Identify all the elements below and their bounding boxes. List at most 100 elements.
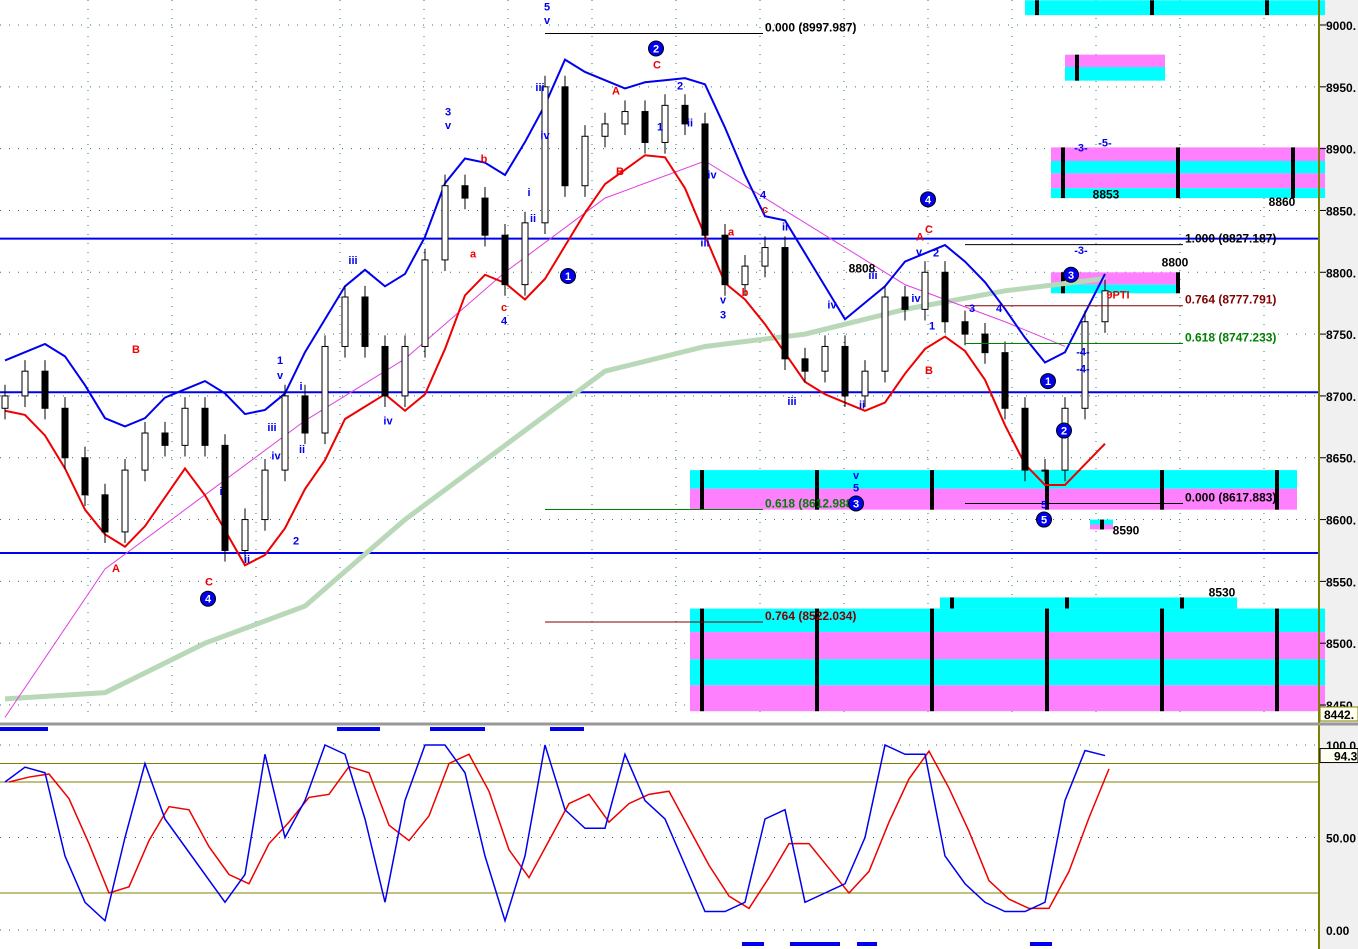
zone-tick: [1150, 0, 1154, 16]
stoch-tick-label: 0.00: [1326, 924, 1350, 938]
candle-body: [761, 247, 769, 267]
candle-body: [1041, 469, 1049, 472]
wave-label: v: [916, 246, 923, 258]
wave-label: iii: [868, 270, 877, 282]
wave-label: i: [219, 486, 222, 498]
candle-body: [161, 432, 169, 446]
candle-body: [501, 234, 509, 286]
wave-label: 3: [969, 303, 975, 315]
fib-level-label: 0.764 (8777.791): [1185, 293, 1276, 307]
zone-tick: [1100, 519, 1104, 530]
wave-label: 8860: [1269, 195, 1296, 209]
zone-tick: [1045, 608, 1049, 712]
wave-label: 1: [657, 121, 663, 133]
candle-body: [401, 345, 409, 397]
wave-label: c: [762, 204, 768, 216]
wave-label: A: [612, 86, 620, 98]
zone-tick: [930, 608, 934, 712]
candle-body: [881, 296, 889, 372]
trading-chart[interactable]: 0.000 (8997.987) 1.000 (8827.187) 0.764 (8…: [0, 0, 1358, 949]
wave-label: iv: [540, 130, 550, 142]
candle-body: [961, 321, 969, 335]
wave-label: -3-: [1074, 245, 1088, 257]
wave-label: 3: [853, 498, 859, 510]
zone-band: [1065, 54, 1165, 68]
zone-tick: [1176, 272, 1180, 294]
wave-label: 3: [720, 309, 726, 321]
zone-tick: [1291, 147, 1295, 199]
candle-body: [41, 370, 49, 409]
candle-body: [181, 407, 189, 446]
candle-body: [361, 296, 369, 347]
candle-body: [801, 358, 809, 372]
candle-body: [921, 271, 929, 310]
zone-tick: [1075, 54, 1079, 81]
wave-label: a: [470, 249, 477, 261]
fibonacci-labels: 0.000 (8997.987) 1.000 (8827.187) 0.764 (8…: [545, 20, 1276, 623]
candle-body: [1021, 407, 1029, 471]
wave-label: A: [112, 563, 120, 575]
zone-tick: [950, 597, 954, 609]
wave-label: iv: [271, 450, 281, 462]
price-tick-label: 8600.: [1326, 514, 1356, 528]
wave-label: 9PTI: [1106, 290, 1129, 302]
wave-label: ii: [530, 213, 536, 225]
wave-label: ii: [782, 222, 788, 234]
candle-body: [1061, 407, 1069, 471]
wave-label: iii: [535, 82, 544, 94]
zone-band: [1025, 0, 1325, 16]
wave-label: i: [299, 381, 302, 393]
wave-label: 4: [501, 315, 508, 327]
wave-label: v: [544, 15, 551, 27]
wave-label: 2: [653, 43, 659, 55]
zone-tick: [815, 608, 819, 712]
zone-tick: [1061, 147, 1065, 199]
wave-label: 8530: [1209, 586, 1236, 600]
wave-label: c: [501, 302, 507, 314]
candle-body: [861, 370, 869, 397]
wave-label: A: [916, 231, 924, 243]
candle-body: [381, 345, 389, 397]
candle-body: [341, 296, 349, 347]
candle-body: [841, 345, 849, 397]
zone-band: [690, 470, 1297, 489]
candle-body: [901, 296, 909, 310]
candle-body: [941, 271, 949, 323]
price-tick-label: 8950.: [1326, 81, 1356, 95]
wave-label: iii: [700, 238, 709, 250]
stoch-tick-label: 50.00: [1326, 832, 1356, 846]
zone-tick: [930, 470, 934, 510]
price-tick-label: 8700.: [1326, 390, 1356, 404]
zone-band: [1051, 173, 1325, 189]
wave-label: v: [445, 120, 452, 132]
zone-band: [690, 685, 1325, 712]
wave-label: 4: [996, 303, 1003, 315]
wave-label: v: [720, 294, 727, 306]
zone-tick: [1265, 0, 1269, 16]
candle-body: [821, 345, 829, 372]
price-tick-label: 8650.: [1326, 452, 1356, 466]
candle-body: [421, 259, 429, 347]
candle-body: [321, 345, 329, 434]
wave-label: C: [925, 224, 933, 236]
wave-label: -5-: [1098, 137, 1112, 149]
candle-body: [121, 469, 129, 533]
zone-band: [1051, 147, 1325, 162]
wave-label: 5: [544, 1, 550, 13]
fib-level-label: 0.618 (8612.988): [765, 497, 856, 511]
wave-label: iii: [267, 422, 276, 434]
candle-body: [641, 111, 649, 143]
wave-label: iii: [787, 396, 796, 408]
wave-label: 1: [565, 271, 571, 283]
candle-body: [1, 395, 9, 409]
stochastic-pane: 100.050.000.0094.3: [0, 739, 1358, 938]
candle-body: [461, 185, 469, 199]
fib-level-label: 0.000 (8617.883): [1185, 490, 1276, 504]
wave-label: ii: [244, 554, 250, 566]
wave-label: 2: [293, 536, 299, 548]
candle-body: [781, 247, 789, 360]
candle-body: [521, 222, 529, 286]
zone-tick: [700, 470, 704, 510]
zone-tick: [1275, 608, 1279, 712]
wave-label: 2: [1061, 426, 1067, 438]
